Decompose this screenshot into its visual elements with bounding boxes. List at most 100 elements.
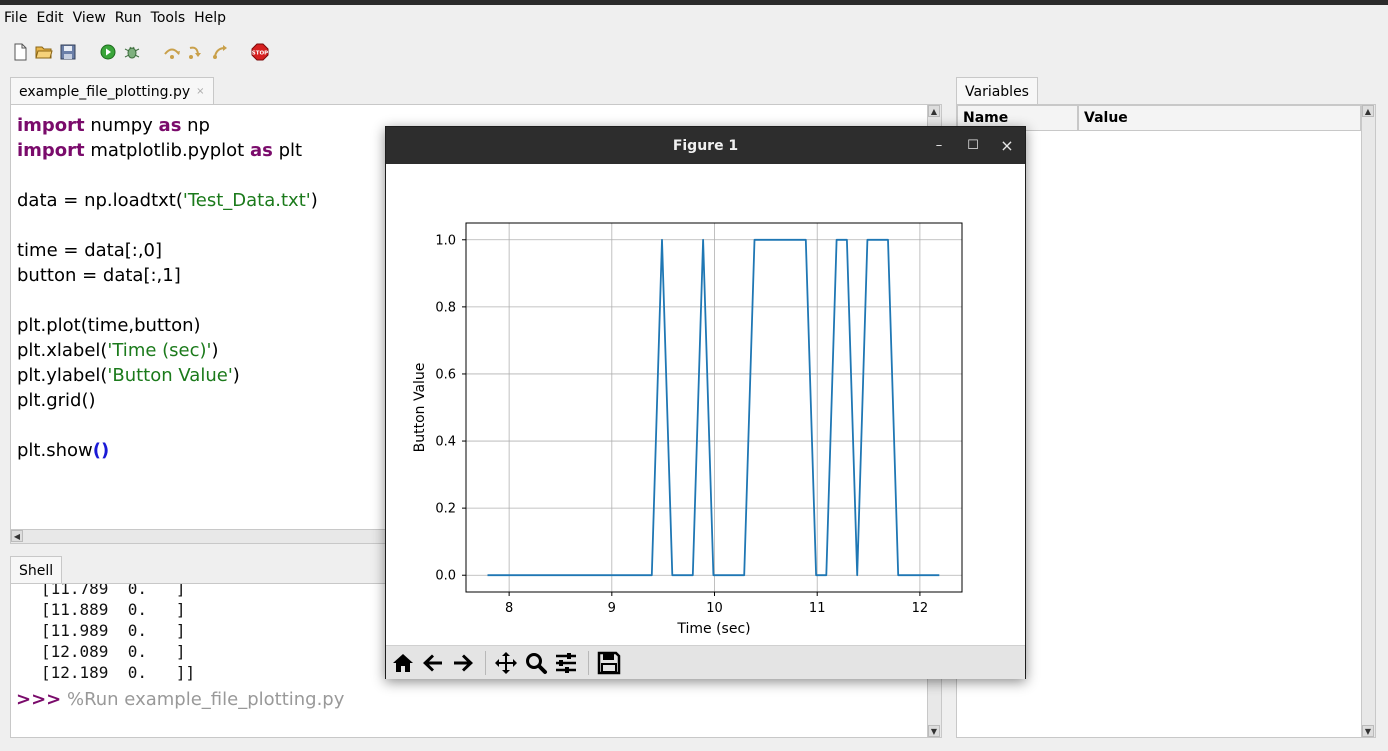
- y-tick-label: 0.8: [435, 300, 456, 315]
- pan-icon[interactable]: [492, 649, 520, 677]
- shell-output-line: [12.089 0. ]: [41, 642, 186, 661]
- svg-text:STOP: STOP: [252, 51, 268, 57]
- shell-output: [11.789 0. ] [11.889 0. ] [11.989 0. ] [12.…: [41, 583, 195, 683]
- code-line: plt.ylabel('Button Value'): [17, 363, 318, 388]
- code-token: plt.grid(): [17, 390, 96, 411]
- figure-window[interactable]: Figure 1 – ☐ × 8 9 10 11 12 0.0 0.2 0.4 0.6 0.8 1.…: [385, 126, 1026, 679]
- scroll-up-icon[interactable]: ▲: [928, 105, 940, 117]
- code-line: import numpy as np: [17, 113, 318, 138]
- variables-vertical-scrollbar[interactable]: ▲ ▼: [1361, 105, 1375, 737]
- shell-output-line: [11.789 0. ]: [41, 583, 186, 598]
- scroll-down-icon[interactable]: ▼: [928, 725, 940, 737]
- menu-help[interactable]: Help: [194, 10, 226, 26]
- code-line: time = data[:,0]: [17, 238, 318, 263]
- tab-variables[interactable]: Variables: [956, 77, 1038, 105]
- forward-icon[interactable]: [449, 649, 477, 677]
- x-tick-label: 10: [706, 601, 723, 616]
- new-file-icon[interactable]: [10, 42, 30, 62]
- step-out-icon[interactable]: [210, 42, 230, 62]
- code-token: 'Test_Data.txt': [182, 190, 311, 211]
- tab-editor-file[interactable]: example_file_plotting.py ×: [10, 77, 214, 105]
- minimize-icon[interactable]: –: [929, 127, 949, 164]
- x-axis-label: Time (sec): [676, 621, 750, 637]
- code-line: plt.grid(): [17, 388, 318, 413]
- menu-edit[interactable]: Edit: [36, 10, 63, 26]
- code-line: plt.plot(time,button): [17, 313, 318, 338]
- menu-run[interactable]: Run: [115, 10, 142, 26]
- shell-command: %Run example_file_plotting.py: [61, 689, 345, 710]
- code-token: time = data[:,0]: [17, 240, 163, 261]
- code-token: matplotlib.pyplot: [84, 140, 250, 161]
- code-token: data = np.loadtxt(: [17, 190, 183, 211]
- code-token: ): [232, 365, 240, 386]
- close-tab-icon[interactable]: ×: [196, 86, 204, 97]
- home-icon[interactable]: [389, 649, 417, 677]
- code-content[interactable]: import numpy as np import matplotlib.pypl…: [17, 113, 318, 463]
- menu-view[interactable]: View: [73, 10, 106, 26]
- configure-subplots-icon[interactable]: [552, 649, 580, 677]
- y-tick-label: 0.2: [435, 502, 456, 517]
- open-folder-icon[interactable]: [34, 42, 54, 62]
- scroll-down-icon[interactable]: ▼: [1362, 725, 1374, 737]
- code-token: 'Button Value': [107, 365, 233, 386]
- y-tick-label: 0.4: [435, 435, 456, 450]
- figure-title: Figure 1: [672, 137, 739, 154]
- save-icon[interactable]: [58, 42, 78, 62]
- close-icon[interactable]: ×: [997, 127, 1017, 164]
- x-tick-label: 8: [505, 601, 513, 616]
- x-tick-label: 12: [912, 601, 929, 616]
- plot-axes-frame: [465, 222, 963, 593]
- editor-tab-label: example_file_plotting.py: [19, 83, 191, 100]
- plot-canvas[interactable]: 8 9 10 11 12 0.0 0.2 0.4 0.6 0.8 1.0 Time (sec) Butt…: [386, 164, 1025, 645]
- shell-tab-label: Shell: [19, 562, 54, 579]
- step-over-icon[interactable]: [162, 42, 182, 62]
- code-token: plt: [272, 140, 303, 161]
- maximize-icon[interactable]: ☐: [963, 127, 983, 164]
- scroll-up-icon[interactable]: ▲: [1362, 105, 1374, 117]
- run-icon[interactable]: [98, 42, 118, 62]
- menu-bar: File Edit View Run Tools Help: [0, 5, 1388, 31]
- zoom-icon[interactable]: [522, 649, 550, 677]
- scroll-left-icon[interactable]: ◀: [11, 530, 23, 542]
- menu-file[interactable]: File: [4, 10, 27, 26]
- data-series-line: [487, 238, 940, 577]
- main-toolbar: STOP: [0, 36, 274, 68]
- code-token: ): [310, 190, 318, 211]
- code-line: plt.xlabel('Time (sec)'): [17, 338, 318, 363]
- back-icon[interactable]: [419, 649, 447, 677]
- column-value-header[interactable]: Value: [1078, 105, 1361, 131]
- code-token: plt.show: [17, 440, 93, 461]
- code-token: import: [17, 140, 85, 161]
- stop-icon[interactable]: STOP: [250, 42, 270, 62]
- y-tick-label: 0.0: [435, 569, 456, 584]
- code-line: plt.show(): [17, 438, 318, 463]
- debug-icon[interactable]: [122, 42, 142, 62]
- figure-navigation-toolbar: [386, 645, 1025, 679]
- code-token: np: [181, 115, 210, 136]
- code-token: numpy: [84, 115, 159, 136]
- shell-output-line: [11.889 0. ]: [41, 600, 186, 619]
- tab-shell[interactable]: Shell: [10, 556, 63, 584]
- code-line: button = data[:,1]: [17, 263, 318, 288]
- menu-tools[interactable]: Tools: [151, 10, 186, 26]
- step-into-icon[interactable]: [186, 42, 206, 62]
- code-token: as: [249, 140, 273, 161]
- code-token: (): [92, 440, 110, 461]
- code-token: button = data[:,1]: [17, 265, 181, 286]
- shell-prompt: >>>: [16, 689, 62, 710]
- shell-prompt-line[interactable]: >>> %Run example_file_plotting.py: [16, 689, 344, 710]
- code-token: plt.plot(time,button): [17, 315, 201, 336]
- code-line: data = np.loadtxt('Test_Data.txt'): [17, 188, 318, 213]
- save-figure-icon[interactable]: [595, 649, 623, 677]
- code-line: import matplotlib.pyplot as plt: [17, 138, 318, 163]
- code-token: import: [17, 115, 85, 136]
- shell-output-line: [11.989 0. ]: [41, 621, 186, 640]
- y-axis-label: Button Value: [412, 363, 428, 453]
- variables-tab-label: Variables: [965, 83, 1029, 100]
- y-tick-label: 1.0: [435, 233, 456, 248]
- x-tick-label: 9: [608, 601, 616, 616]
